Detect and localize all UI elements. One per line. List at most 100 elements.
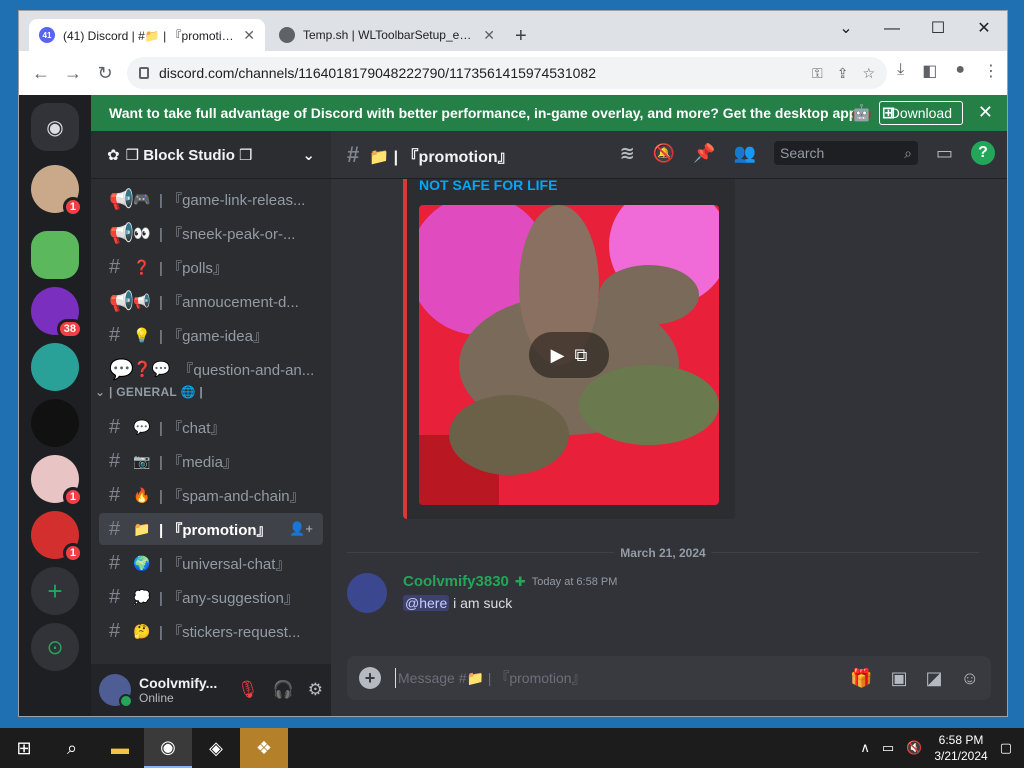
add-server-icon[interactable]: + bbox=[31, 567, 79, 615]
side-panel-icon[interactable]: ◧ bbox=[922, 61, 937, 81]
message-input[interactable]: Message #📁 | 『promotion』 bbox=[395, 668, 836, 688]
video-player[interactable]: ▶ ⧉ bbox=[419, 205, 719, 505]
new-tab-button[interactable]: + bbox=[515, 25, 527, 48]
role-icon: ✚ bbox=[514, 573, 526, 589]
chevron-up-icon[interactable]: ∧ bbox=[860, 740, 870, 756]
tab-tempsh[interactable]: Temp.sh | WLToolbarSetup_en.exe ✕ bbox=[269, 19, 505, 51]
server-avatar-3[interactable]: 38 bbox=[31, 287, 83, 339]
avatar[interactable] bbox=[99, 674, 133, 708]
play-button[interactable]: ▶ ⧉ bbox=[529, 332, 609, 378]
gif-icon[interactable]: ▣ bbox=[891, 668, 908, 689]
minimize-button[interactable]: — bbox=[869, 15, 915, 43]
volume-muted-icon[interactable]: 🔇 bbox=[906, 740, 922, 756]
mention-badge: 1 bbox=[62, 487, 83, 507]
system-tray: ∧ ▭ 🔇 6:58 PM 3/21/2024 ▢ bbox=[860, 728, 1024, 768]
channel-item-promotion[interactable]: # 📁 | 『promotion』 👤+ bbox=[99, 513, 323, 545]
headphones-icon[interactable]: 🎧 bbox=[273, 680, 294, 700]
message-author[interactable]: Coolvmify3830 ✚ Today at 6:58 PM bbox=[403, 573, 617, 590]
server-avatar-7[interactable]: 1 bbox=[31, 511, 83, 563]
members-icon[interactable]: 👥 bbox=[734, 143, 756, 164]
server-avatar-6[interactable]: 1 bbox=[31, 455, 83, 507]
close-tab-icon[interactable]: ✕ bbox=[483, 27, 495, 44]
tab-search-icon[interactable]: ⌄ bbox=[823, 15, 869, 43]
invite-user-icon[interactable]: 👤+ bbox=[289, 521, 313, 537]
emoji-icon[interactable]: ☺ bbox=[961, 668, 979, 689]
channel-item[interactable]: # 💬 | 『chat』 bbox=[99, 411, 323, 443]
mic-muted-icon[interactable]: 🎙 bbox=[237, 680, 259, 700]
address-bar[interactable]: discord.com/channels/1164018179048222790… bbox=[127, 57, 887, 89]
server-header[interactable]: ✿ ❒ Block Studio ❒ ⌄ bbox=[91, 131, 331, 179]
pin-icon[interactable]: 📌 bbox=[693, 143, 715, 164]
app-icon[interactable]: ◈ bbox=[192, 728, 240, 768]
search-input[interactable]: Search ⌕ bbox=[773, 141, 918, 165]
sticker-icon[interactable]: ◪ bbox=[926, 668, 943, 689]
server-avatar-1[interactable]: 1 bbox=[31, 165, 83, 217]
maximize-button[interactable]: ☐ bbox=[915, 15, 961, 43]
channel-item[interactable]: # 🔥 | 『spam-and-chain』 bbox=[99, 479, 323, 511]
channel-item[interactable]: # 🤔 | 『stickers-request... bbox=[99, 615, 323, 647]
category-general[interactable]: ⌄ | GENERAL 🌐 | bbox=[95, 385, 203, 399]
profile-icon[interactable]: ● bbox=[955, 61, 965, 81]
tab-title: (41) Discord | #📁 | 『promotion』 bbox=[63, 28, 236, 43]
server-avatar-5[interactable] bbox=[31, 399, 79, 447]
explore-servers-icon[interactable]: ⊙ bbox=[31, 623, 79, 671]
hash-icon: # bbox=[347, 141, 360, 167]
server-block-studio[interactable] bbox=[31, 231, 79, 279]
bookmark-star-icon[interactable]: ☆ bbox=[862, 65, 875, 82]
gift-icon[interactable]: 🎁 bbox=[850, 668, 872, 689]
embed-title[interactable]: NOT SAFE FOR LIFE bbox=[419, 179, 557, 193]
channel-item[interactable]: # 💭 | 『any-suggestion』 bbox=[99, 581, 323, 613]
file-explorer-icon[interactable]: ▬ bbox=[96, 728, 144, 768]
windows-start-icon[interactable]: ⊞ bbox=[0, 728, 48, 768]
channel-item[interactable]: # 🌍 | 『universal-chat』 bbox=[99, 547, 323, 579]
forward-icon[interactable]: → bbox=[57, 63, 89, 84]
channel-item[interactable]: # 📷 | 『media』 bbox=[99, 445, 323, 477]
share-icon[interactable]: ⇪ bbox=[837, 65, 849, 82]
channel-item[interactable]: 📢 📢 | 『annoucement-d... bbox=[99, 285, 323, 317]
channel-title: 📁 | 『promotion』 bbox=[369, 148, 514, 166]
channel-item[interactable]: 📢 👀 | 『sneek-peak-or-... bbox=[99, 217, 323, 249]
gear-icon[interactable]: ⚙ bbox=[308, 680, 323, 700]
message-timestamp: Today at 6:58 PM bbox=[531, 575, 618, 588]
tab-discord[interactable]: 41 (41) Discord | #📁 | 『promotion』 ✕ bbox=[29, 19, 265, 51]
network-icon[interactable]: ▭ bbox=[882, 740, 894, 756]
android-icon: 🤖 bbox=[851, 105, 872, 122]
chrome-icon[interactable]: ◉ bbox=[144, 728, 192, 768]
hash-icon: # bbox=[109, 517, 121, 540]
app-installer-icon[interactable]: ❖ bbox=[240, 728, 288, 768]
mention-badge: 38 bbox=[56, 319, 83, 339]
menu-dots-icon[interactable]: ⋮ bbox=[983, 61, 999, 81]
download-button[interactable]: Download bbox=[878, 101, 963, 125]
close-window-button[interactable]: ✕ bbox=[961, 15, 1007, 43]
clock[interactable]: 6:58 PM 3/21/2024 bbox=[934, 732, 987, 764]
forum-icon: 💬 bbox=[109, 358, 134, 381]
inbox-icon[interactable]: ▭ bbox=[936, 143, 953, 164]
download-icon[interactable]: ⤓ bbox=[897, 61, 904, 81]
hash-icon: # bbox=[109, 551, 121, 574]
threads-icon[interactable]: ≋ bbox=[620, 143, 635, 164]
search-icon[interactable]: ⌕ bbox=[48, 728, 96, 768]
avatar[interactable] bbox=[347, 573, 387, 613]
server-avatar-4[interactable] bbox=[31, 343, 79, 391]
channel-item[interactable]: # ❓ | 『polls』 bbox=[99, 251, 323, 283]
help-icon[interactable]: ? bbox=[971, 141, 995, 165]
channel-item[interactable]: 📢 🎮 | 『game-link-releas... bbox=[99, 183, 323, 215]
desktop: 41 (41) Discord | #📁 | 『promotion』 ✕ Tem… bbox=[0, 0, 1024, 768]
banner-text: Want to take full advantage of Discord w… bbox=[109, 105, 863, 121]
mention[interactable]: @here bbox=[403, 595, 450, 611]
user-info[interactable]: Coolvmify... Online bbox=[139, 675, 217, 705]
key-icon[interactable]: ⚿ bbox=[812, 65, 823, 82]
back-icon[interactable]: ← bbox=[25, 63, 57, 84]
attach-plus-icon[interactable]: + bbox=[359, 667, 381, 689]
user-panel: Coolvmify... Online 🎙 🎧 ⚙ bbox=[91, 664, 331, 716]
channel-item[interactable]: 💬 ❓💬 『question-and-an... bbox=[99, 353, 323, 385]
discord-home-icon[interactable]: ◉ bbox=[31, 103, 79, 151]
close-tab-icon[interactable]: ✕ bbox=[243, 27, 255, 44]
reload-icon[interactable]: ↻ bbox=[89, 63, 121, 84]
channel-item[interactable]: # 💡 | 『game-idea』 bbox=[99, 319, 323, 351]
notification-icon[interactable]: ▢ bbox=[1000, 740, 1012, 756]
close-banner-icon[interactable]: ✕ bbox=[978, 102, 993, 123]
notification-muted-icon[interactable]: 🔕 bbox=[653, 143, 675, 164]
lock-icon[interactable] bbox=[139, 67, 149, 79]
hash-icon: # bbox=[109, 255, 121, 278]
